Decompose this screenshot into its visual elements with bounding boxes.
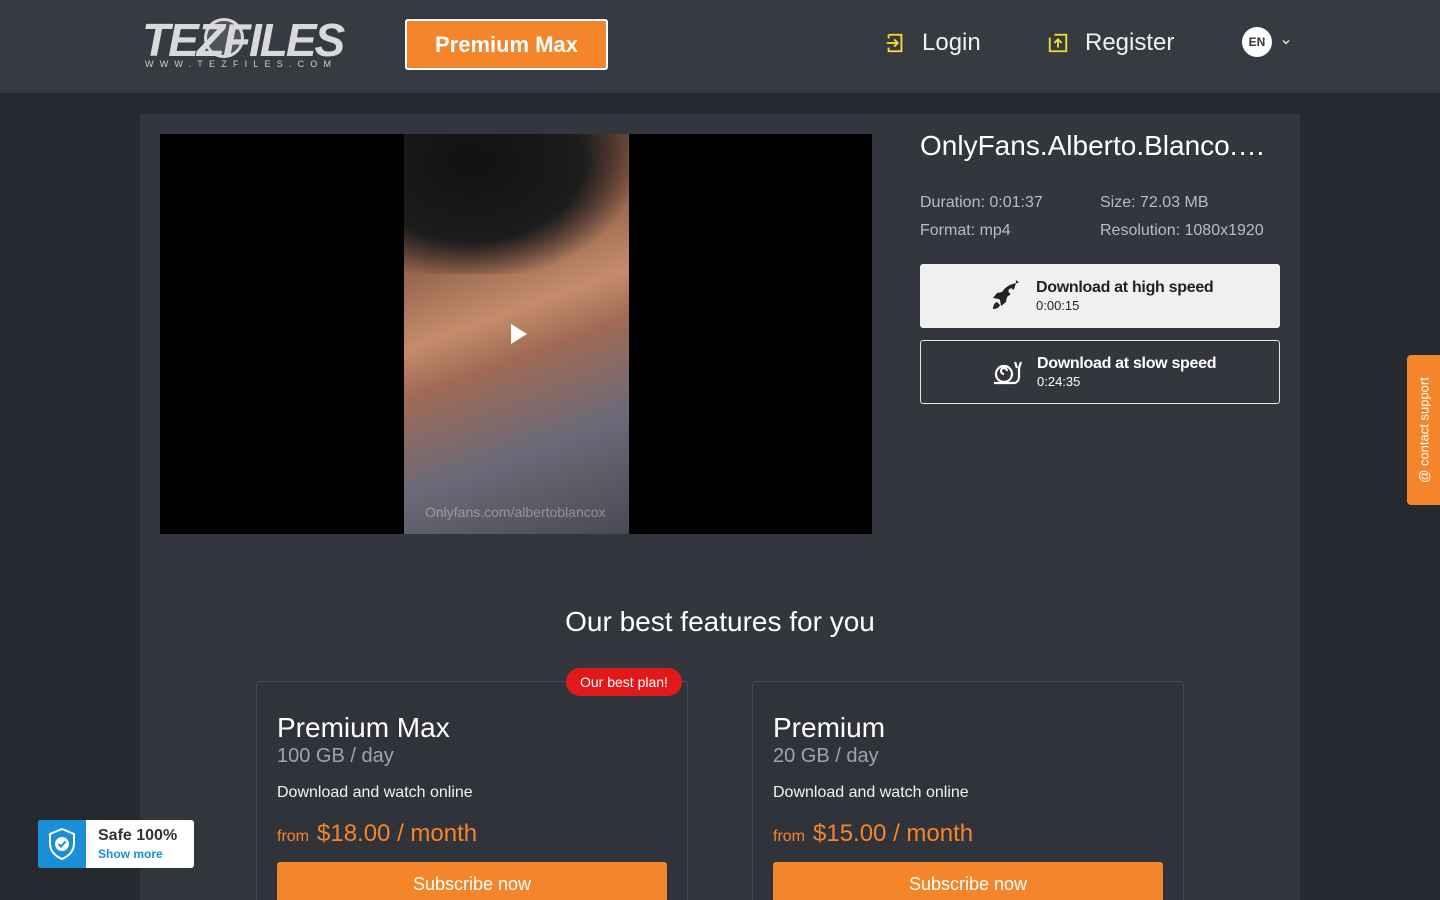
safe-badge-title: Safe 100% <box>98 827 178 844</box>
logo-url: WWW.TEZFILES.COM <box>145 59 338 69</box>
download-slow-time: 0:24:35 <box>1037 374 1081 389</box>
best-plan-badge: Our best plan! <box>566 668 682 696</box>
safe-badge[interactable]: Safe 100% Show more <box>38 820 194 868</box>
language-selector[interactable]: EN <box>1242 27 1292 57</box>
register-label: Register <box>1085 29 1175 56</box>
plan-name: Premium <box>773 712 886 743</box>
site-header: TEZFILES WWW.TEZFILES.COM Premium Max Lo… <box>0 0 1440 93</box>
plan-price-from: from <box>773 828 805 845</box>
thumbnail-shade <box>404 134 629 274</box>
plan-description: Download and watch online <box>773 784 969 801</box>
file-resolution: Resolution: 1080x1920 <box>1100 222 1264 239</box>
subscribe-premium-max-button[interactable]: Subscribe now <box>277 862 667 900</box>
subscribe-premium-button[interactable]: Subscribe now <box>773 862 1163 900</box>
download-slow-button[interactable]: Download at slow speed 0:24:35 <box>920 340 1280 404</box>
download-slow-label: Download at slow speed <box>1037 355 1217 372</box>
plan-price: from $15.00 / month <box>773 820 973 848</box>
contact-support-tab[interactable]: @ contact support <box>1407 355 1440 505</box>
shield-check-icon <box>49 827 75 861</box>
contact-support-label: @ contact support <box>1416 377 1431 483</box>
safe-badge-show-more[interactable]: Show more <box>98 847 163 861</box>
register-icon <box>1048 33 1068 53</box>
play-icon[interactable] <box>509 322 529 346</box>
language-code: EN <box>1242 27 1272 57</box>
safe-badge-icon-box <box>38 820 86 868</box>
video-player[interactable]: Onlyfans.com/albertoblancox <box>160 134 872 534</box>
file-duration: Duration: 0:01:37 <box>920 194 1043 211</box>
login-link[interactable]: Login <box>884 26 981 60</box>
download-fast-time: 0:00:15 <box>1036 298 1080 313</box>
premium-max-button[interactable]: Premium Max <box>405 19 608 70</box>
plan-quota: 100 GB / day <box>277 745 394 767</box>
login-label: Login <box>922 29 981 56</box>
snail-icon <box>994 361 1023 385</box>
plan-price: from $18.00 / month <box>277 820 477 848</box>
plan-card-premium: Premium 20 GB / day Download and watch o… <box>752 681 1184 900</box>
file-title: OnlyFans.Alberto.Blanco.… <box>920 130 1266 161</box>
video-watermark: Onlyfans.com/albertoblancox <box>425 504 606 520</box>
register-link[interactable]: Register <box>1047 26 1174 60</box>
plan-description: Download and watch online <box>277 784 473 801</box>
chevron-down-icon <box>1282 39 1290 45</box>
features-heading: Our best features for you <box>565 606 875 637</box>
rocket-icon <box>993 280 1019 309</box>
file-panel: Onlyfans.com/albertoblancox OnlyFans.Alb… <box>140 114 1300 900</box>
logo-wordmark: TEZFILES <box>142 14 345 66</box>
download-fast-button[interactable]: Download at high speed 0:00:15 <box>920 264 1280 328</box>
tezfiles-logo[interactable]: TEZFILES WWW.TEZFILES.COM <box>142 16 345 72</box>
plan-price-amount: $15.00 / month <box>813 820 974 847</box>
plan-card-premium-max: Our best plan! Premium Max 100 GB / day … <box>256 668 688 900</box>
file-format: Format: mp4 <box>920 222 1011 239</box>
plan-price-amount: $18.00 / month <box>317 820 478 847</box>
file-size: Size: 72.03 MB <box>1100 194 1209 211</box>
login-icon <box>886 33 903 53</box>
download-fast-label: Download at high speed <box>1036 279 1214 296</box>
plan-quota: 20 GB / day <box>773 745 879 767</box>
plan-price-from: from <box>277 828 309 845</box>
plan-name: Premium Max <box>277 712 450 743</box>
